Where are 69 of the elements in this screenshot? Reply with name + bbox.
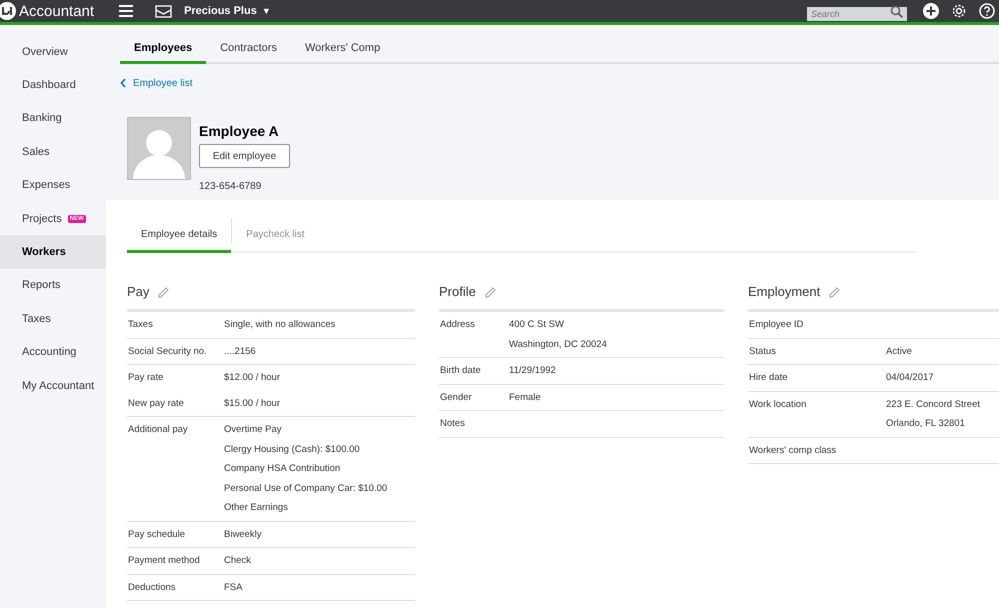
sidebar-item[interactable]: Reports — [0, 268, 106, 302]
help-icon[interactable] — [979, 3, 995, 19]
sidebar-item[interactable]: Overview — [0, 35, 106, 68]
field-label: Employee ID — [749, 318, 804, 332]
field-value: 223 E. Concord Street — [886, 398, 980, 412]
field-label: Notes — [440, 417, 466, 431]
field-value: Personal Use of Company Car: $10.00 — [224, 482, 388, 496]
field-value: Single, with no allowances — [224, 318, 336, 332]
field-label: Hire date — [749, 371, 789, 385]
tab[interactable]: Contractors — [206, 35, 291, 64]
settings-icon[interactable] — [951, 3, 967, 19]
sidebar-item[interactable]: Banking — [0, 102, 106, 136]
field-value: Check — [224, 554, 251, 568]
sidebar-item[interactable]: My Accountant — [0, 368, 106, 402]
field-value: Company HSA Contribution — [224, 462, 342, 476]
field-value: Washington, DC 20024 — [509, 338, 607, 352]
field-value: $12.00 / hour — [224, 371, 280, 385]
field-label: Pay schedule — [128, 528, 186, 542]
field-label: Pay rate — [128, 371, 164, 385]
field-label: New pay rate — [128, 396, 185, 410]
menu-icon[interactable] — [119, 4, 134, 18]
search-field[interactable]: Search — [807, 7, 907, 21]
company-menu[interactable]: Precious Plus ▼ — [184, 5, 271, 17]
field-value: Female — [509, 390, 541, 404]
field-label: Address — [440, 318, 476, 332]
field-label: Status — [749, 344, 777, 358]
field-value: 04/04/2017 — [886, 371, 934, 385]
tab[interactable]: Employees — [120, 35, 206, 64]
field-value: Overtime Pay — [224, 423, 283, 437]
field-label: Deductions — [128, 580, 177, 594]
field-value: FSA — [224, 580, 242, 594]
tab[interactable]: Workers' Comp — [290, 35, 394, 64]
sidebar-item[interactable]: Sales — [0, 135, 106, 169]
field-label: Birth date — [440, 364, 482, 378]
sidebar-item[interactable]: Expenses — [0, 168, 106, 202]
field-label: Payment method — [128, 554, 201, 568]
field-value: 11/29/1992 — [509, 364, 556, 378]
field-value: Active — [886, 344, 912, 358]
phone-number: 123-654-6789 — [199, 181, 262, 192]
section-title: Pay — [127, 284, 150, 298]
section-title: Employment — [748, 284, 820, 298]
section-title: Profile — [439, 284, 476, 298]
brand-name: Accountant — [19, 2, 94, 20]
employee-list-link[interactable]: Employee list — [133, 78, 192, 88]
field-label: Additional pay — [128, 423, 189, 437]
field-value: Other Earnings — [224, 501, 289, 515]
field-value: Biweekly — [224, 528, 262, 542]
field-label: Gender — [440, 390, 473, 404]
field-label: Social Security no. — [128, 344, 208, 358]
field-value: ....2156 — [224, 344, 256, 358]
plus-icon[interactable] — [923, 3, 939, 19]
edit-employee-button[interactable]: Edit employee — [199, 144, 290, 168]
mail-icon[interactable] — [155, 4, 172, 18]
field-label: Taxes — [128, 318, 154, 332]
field-value: Clergy Housing (Cash): $100.00 — [224, 442, 361, 456]
sidebar-item[interactable]: Dashboard — [0, 68, 106, 102]
employee-name: Employee A — [199, 123, 280, 139]
tab[interactable]: Employee details — [127, 218, 232, 253]
field-label: Workers' comp class — [749, 444, 838, 458]
search-icon[interactable] — [890, 5, 903, 18]
chevron-left-icon[interactable] — [120, 78, 126, 88]
field-label: Work location — [749, 398, 808, 412]
sidebar-item[interactable]: Accounting — [0, 336, 106, 369]
sidebar-item[interactable]: Workers — [0, 235, 106, 269]
person-silhouette-icon — [133, 127, 185, 179]
field-value: Orlando, FL 32801 — [886, 417, 966, 431]
sidebar-item[interactable]: Taxes — [0, 302, 106, 336]
field-value: 400 C St SW — [509, 318, 565, 332]
field-value: $15.00 / hour — [224, 396, 280, 410]
